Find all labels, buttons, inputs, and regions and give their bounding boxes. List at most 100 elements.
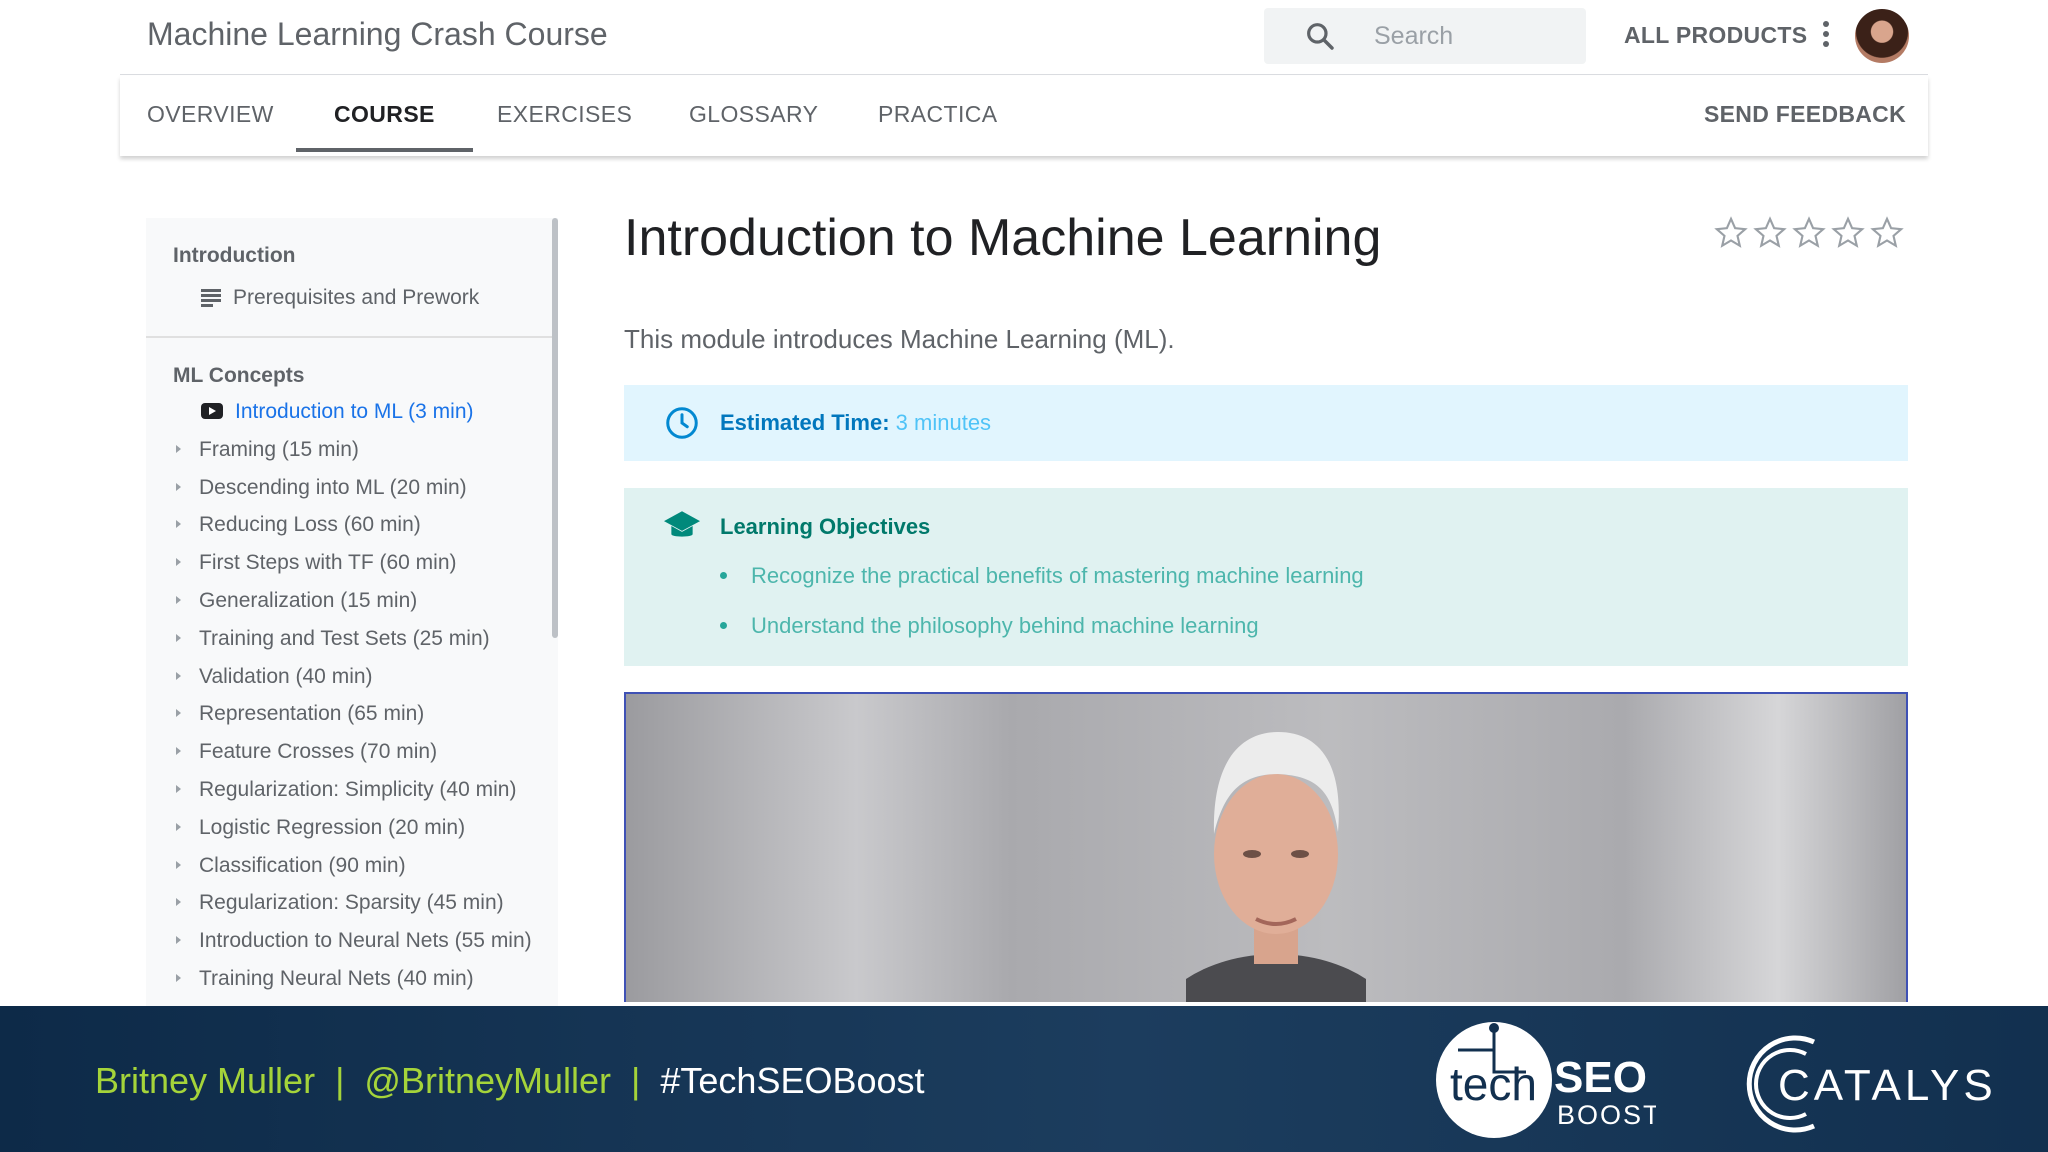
sidebar-item-label: Framing (15 min) xyxy=(199,438,359,461)
sidebar-item-label: Prerequisites and Prework xyxy=(233,286,480,309)
sidebar-item-representation[interactable]: Representation (65 min) xyxy=(176,702,424,726)
sidebar-item-label: Regularization: Simplicity (40 min) xyxy=(199,778,517,801)
sidebar-heading-introduction: Introduction xyxy=(173,244,296,267)
tab-overview[interactable]: OVERVIEW xyxy=(147,76,274,152)
star-icon[interactable] xyxy=(1831,216,1865,250)
search-input[interactable] xyxy=(1374,18,1574,54)
sidebar-item-intro-neural-nets[interactable]: Introduction to Neural Nets (55 min) xyxy=(176,929,532,953)
sidebar-item-framing[interactable]: Framing (15 min) xyxy=(176,438,359,462)
expand-caret-icon[interactable] xyxy=(176,898,181,906)
sidebar-item-label: First Steps with TF (60 min) xyxy=(199,551,457,574)
objective-item: Recognize the practical benefits of mast… xyxy=(720,563,1364,589)
separator: | xyxy=(335,1060,345,1101)
star-icon[interactable] xyxy=(1753,216,1787,250)
bullet-icon xyxy=(720,572,727,579)
tab-course[interactable]: COURSE xyxy=(296,76,473,152)
estimated-time-value: 3 minutes xyxy=(895,410,992,435)
logo-text-boost: BOOST xyxy=(1557,1100,1656,1130)
article-icon xyxy=(201,289,221,307)
all-products-link[interactable]: ALL PRODUCTS xyxy=(1624,22,1807,49)
tab-bar: OVERVIEW COURSE EXERCISES GLOSSARY PRACT… xyxy=(120,76,1928,156)
sidebar-item-classification[interactable]: Classification (90 min) xyxy=(176,854,406,878)
search-icon[interactable] xyxy=(1304,20,1336,52)
sidebar-item-label: Training Neural Nets (40 min) xyxy=(199,967,474,990)
app-title[interactable]: Machine Learning Crash Course xyxy=(147,16,608,53)
sidebar-item-label: Validation (40 min) xyxy=(199,665,373,688)
sidebar-item-generalization[interactable]: Generalization (15 min) xyxy=(176,589,417,613)
expand-caret-icon[interactable] xyxy=(176,785,181,793)
expand-caret-icon[interactable] xyxy=(176,974,181,982)
sidebar-item-label: Regularization: Sparsity (45 min) xyxy=(199,891,504,914)
sidebar-item-label: Reducing Loss (60 min) xyxy=(199,513,421,536)
rating-stars[interactable] xyxy=(1714,216,1906,256)
clock-icon xyxy=(666,407,698,439)
logo-text-tech: tech xyxy=(1450,1058,1537,1110)
objective-item: Understand the philosophy behind machine… xyxy=(720,613,1259,639)
learning-objectives-title: Learning Objectives xyxy=(720,514,931,539)
tab-exercises[interactable]: EXERCISES xyxy=(497,76,632,152)
star-icon[interactable] xyxy=(1870,216,1904,250)
expand-caret-icon[interactable] xyxy=(176,558,181,566)
logo-text-seo: SEO xyxy=(1554,1053,1647,1102)
expand-caret-icon[interactable] xyxy=(176,483,181,491)
expand-caret-icon[interactable] xyxy=(176,747,181,755)
sidebar-item-label: Introduction to ML (3 min) xyxy=(235,400,474,423)
presenter-video-frame xyxy=(1186,732,1366,1002)
sidebar-scrollbar[interactable] xyxy=(552,218,558,638)
module-intro-text: This module introduces Machine Learning … xyxy=(624,324,1175,354)
sidebar-item-label: Descending into ML (20 min) xyxy=(199,476,467,499)
speaker-name: Britney Muller xyxy=(95,1060,316,1101)
sidebar-divider xyxy=(146,336,558,338)
expand-caret-icon[interactable] xyxy=(176,672,181,680)
catalyst-logo: CATALYST xyxy=(1746,1035,1994,1133)
sidebar-item-regularization-simplicity[interactable]: Regularization: Simplicity (40 min) xyxy=(176,778,516,802)
sidebar-item-logistic-regression[interactable]: Logistic Regression (20 min) xyxy=(176,816,465,840)
sidebar-item-descending[interactable]: Descending into ML (20 min) xyxy=(176,476,467,500)
expand-caret-icon[interactable] xyxy=(176,596,181,604)
school-cap-icon xyxy=(664,511,700,537)
expand-caret-icon[interactable] xyxy=(176,634,181,642)
star-icon[interactable] xyxy=(1714,216,1748,250)
techseo-boost-logo: tech SEO BOOST xyxy=(1436,1022,1656,1138)
expand-caret-icon[interactable] xyxy=(176,709,181,717)
video-icon xyxy=(201,403,223,419)
presentation-footer: Britney Muller | @BritneyMuller | #TechSEOBo… xyxy=(0,1006,2048,1152)
sidebar-item-validation[interactable]: Validation (40 min) xyxy=(176,665,373,689)
sidebar-item-training-neural-nets[interactable]: Training Neural Nets (40 min) xyxy=(176,967,474,991)
estimated-time-box: Estimated Time: 3 minutes xyxy=(624,385,1908,461)
search-box[interactable] xyxy=(1264,8,1586,64)
tab-glossary[interactable]: GLOSSARY xyxy=(689,76,818,152)
sidebar-item-first-steps[interactable]: First Steps with TF (60 min) xyxy=(176,551,457,575)
logo-text-catalyst: CATALYST xyxy=(1778,1061,1994,1110)
bullet-icon xyxy=(720,622,727,629)
expand-caret-icon[interactable] xyxy=(176,823,181,831)
sidebar-item-label: Logistic Regression (20 min) xyxy=(199,816,466,839)
page-title: Introduction to Machine Learning xyxy=(624,209,1382,267)
expand-caret-icon[interactable] xyxy=(176,445,181,453)
objective-text: Understand the philosophy behind machine… xyxy=(751,613,1259,638)
send-feedback-link[interactable]: SEND FEEDBACK xyxy=(1704,76,1906,152)
sidebar-item-training-test[interactable]: Training and Test Sets (25 min) xyxy=(176,627,490,651)
sidebar-item-reducing-loss[interactable]: Reducing Loss (60 min) xyxy=(176,513,421,537)
video-player[interactable] xyxy=(624,692,1908,1002)
sidebar-item-label: Representation (65 min) xyxy=(199,702,425,725)
sidebar-item-label: Generalization (15 min) xyxy=(199,589,418,612)
sidebar-item-label: Classification (90 min) xyxy=(199,854,406,877)
estimated-time-text: Estimated Time: 3 minutes xyxy=(720,410,991,436)
expand-caret-icon[interactable] xyxy=(176,861,181,869)
separator: | xyxy=(631,1060,641,1101)
sidebar-item-regularization-sparsity[interactable]: Regularization: Sparsity (45 min) xyxy=(176,891,504,915)
expand-caret-icon[interactable] xyxy=(176,520,181,528)
tab-practica[interactable]: PRACTICA xyxy=(878,76,998,152)
star-icon[interactable] xyxy=(1792,216,1826,250)
course-sidebar: Introduction Prerequisites and Prework M… xyxy=(146,218,558,1006)
expand-caret-icon[interactable] xyxy=(176,936,181,944)
more-vert-icon[interactable] xyxy=(1816,18,1836,54)
event-hashtag: #TechSEOBoost xyxy=(660,1060,925,1101)
sidebar-item-intro-to-ml[interactable]: Introduction to ML (3 min) xyxy=(201,400,474,424)
sidebar-item-feature-crosses[interactable]: Feature Crosses (70 min) xyxy=(176,740,437,764)
sidebar-item-label: Feature Crosses (70 min) xyxy=(199,740,438,763)
sidebar-item-prerequisites[interactable]: Prerequisites and Prework xyxy=(201,286,479,310)
avatar[interactable] xyxy=(1855,9,1909,63)
sidebar-heading-ml-concepts: ML Concepts xyxy=(173,364,305,387)
